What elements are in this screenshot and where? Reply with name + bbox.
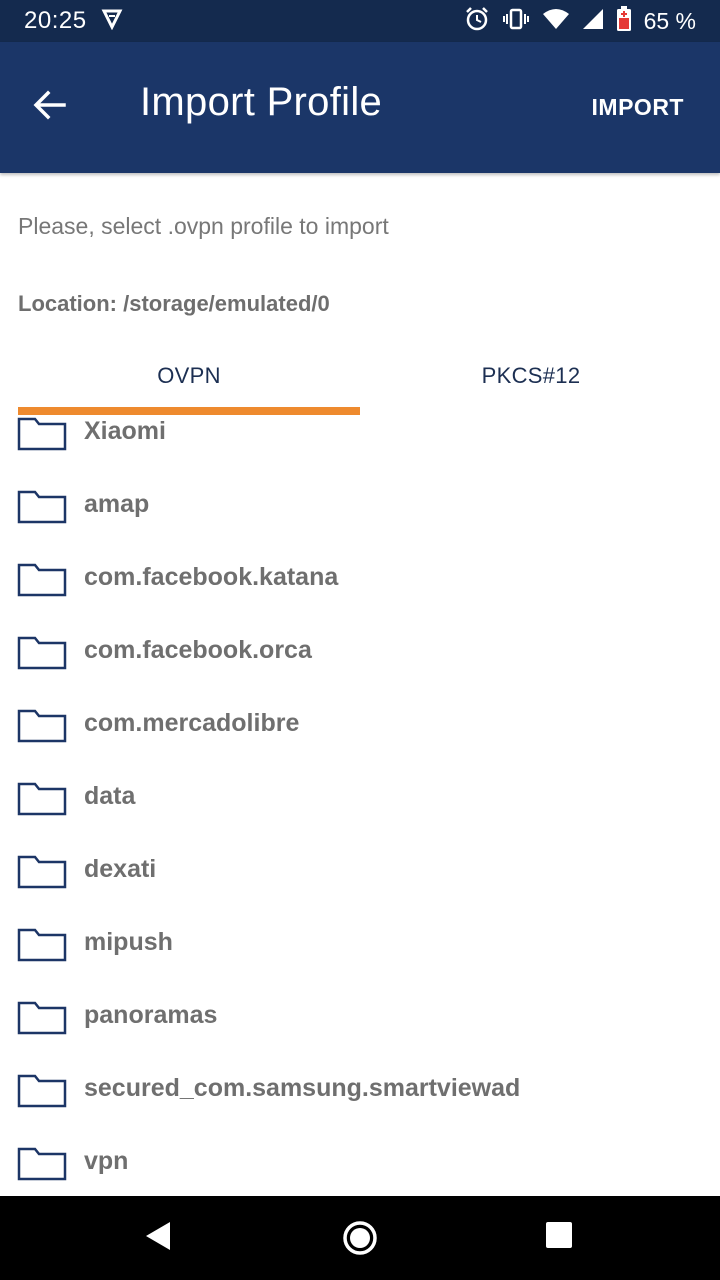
- page-title: Import Profile: [140, 80, 383, 124]
- app-bar: Import Profile IMPORT: [0, 42, 720, 173]
- arrow-back-icon: [33, 88, 67, 127]
- folder-icon: [17, 1147, 67, 1181]
- tab-indicator: [18, 407, 360, 415]
- nav-bar: [0, 1196, 720, 1280]
- folder-icon: [17, 636, 67, 670]
- folder-icon: [17, 1001, 67, 1035]
- list-item-dexati[interactable]: dexati: [0, 833, 720, 906]
- folder-icon: [17, 782, 67, 816]
- vibrate-icon: [502, 7, 530, 36]
- folder-icon: [17, 563, 67, 597]
- list-item-com-facebook-orca[interactable]: com.facebook.orca: [0, 614, 720, 687]
- list-item-amap[interactable]: amap: [0, 468, 720, 541]
- status-bar: 20:25 65 %: [0, 0, 720, 42]
- instruction-text: Please, select .ovpn profile to import: [18, 213, 389, 239]
- alarm-icon: [464, 6, 490, 37]
- file-name: com.facebook.orca: [84, 636, 312, 664]
- import-button[interactable]: IMPORT: [592, 94, 684, 121]
- back-button[interactable]: [22, 79, 78, 135]
- folder-icon: [17, 709, 67, 743]
- nav-back-icon[interactable]: [140, 1216, 180, 1256]
- battery-icon: [616, 5, 632, 37]
- file-name: panoramas: [84, 1001, 218, 1029]
- status-left: 20:25: [24, 7, 123, 35]
- list-item-vpn[interactable]: vpn: [0, 1125, 720, 1195]
- file-name: amap: [84, 490, 150, 518]
- file-name: dexati: [84, 855, 157, 883]
- file-name: Xiaomi: [84, 417, 166, 445]
- folder-icon: [17, 855, 67, 889]
- list-item-com-facebook-katana[interactable]: com.facebook.katana: [0, 541, 720, 614]
- list-item-mipush[interactable]: mipush: [0, 906, 720, 979]
- media-icon: [101, 8, 123, 35]
- location-text: Location: /storage/emulated/0: [18, 291, 330, 316]
- file-name: com.facebook.katana: [84, 563, 339, 591]
- wifi-icon: [542, 8, 570, 35]
- file-list: Xiaomi amap com.facebook.katana com.face…: [0, 395, 720, 1195]
- signal-icon: [582, 8, 604, 35]
- nav-recents-icon[interactable]: [544, 1220, 574, 1250]
- file-name: secured_com.samsung.smartviewad: [84, 1074, 521, 1102]
- file-name: mipush: [84, 928, 173, 956]
- folder-icon: [17, 1074, 67, 1108]
- folder-icon: [17, 928, 67, 962]
- file-name: com.mercadolibre: [84, 709, 300, 737]
- list-item-xiaomi[interactable]: Xiaomi: [0, 395, 720, 468]
- file-name: data: [84, 782, 136, 810]
- file-name: vpn: [84, 1147, 129, 1175]
- nav-home-icon[interactable]: [338, 1216, 382, 1260]
- folder-icon: [17, 417, 67, 451]
- folder-icon: [17, 490, 67, 524]
- list-item-com-mercadolibre[interactable]: com.mercadolibre: [0, 687, 720, 760]
- list-item-secured-com-samsung-smartviewad[interactable]: secured_com.samsung.smartviewad: [0, 1052, 720, 1125]
- list-item-data[interactable]: data: [0, 760, 720, 833]
- status-time: 20:25: [24, 7, 87, 34]
- status-right: 65 %: [464, 5, 696, 37]
- battery-percent: 65 %: [643, 7, 696, 34]
- list-item-panoramas[interactable]: panoramas: [0, 979, 720, 1052]
